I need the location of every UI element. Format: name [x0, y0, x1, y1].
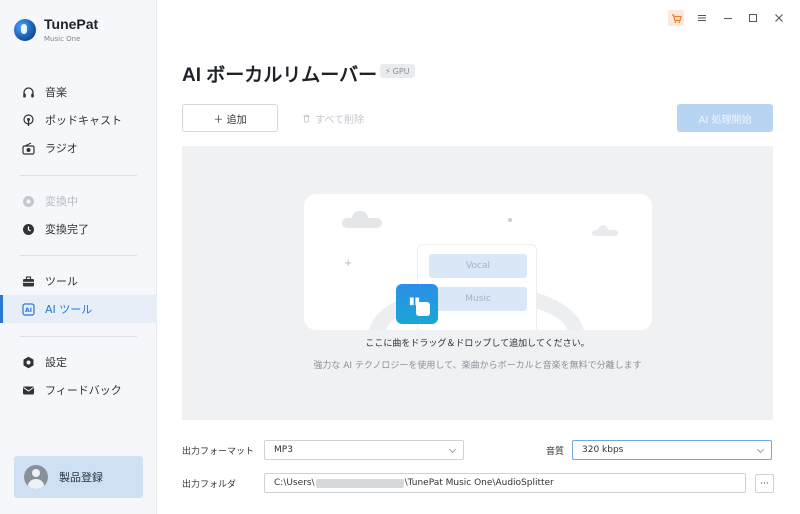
- nav-group-tools: ツール AI AI ツール: [0, 267, 157, 323]
- converting-icon: [22, 195, 35, 208]
- nav-group-convert: 変換中 変換完了: [0, 187, 157, 243]
- app-name: TunePat: [44, 16, 99, 32]
- sidebar-item-label: AI ツール: [45, 303, 93, 316]
- chevron-down-icon: [756, 445, 765, 454]
- sidebar-item-converting[interactable]: 変換中: [0, 187, 157, 215]
- minimize-button[interactable]: [720, 10, 736, 26]
- sidebar: TunePat Music One 音楽 ポッドキャスト ラジオ 変換中 変換完…: [0, 0, 157, 514]
- register-label: 製品登録: [59, 471, 103, 484]
- sidebar-item-label: 設定: [45, 356, 67, 369]
- radio-icon: [22, 142, 35, 155]
- sidebar-item-settings[interactable]: 設定: [0, 348, 157, 376]
- nav-group-settings: 設定 フィードバック: [0, 348, 157, 404]
- bolt-icon: ⚡: [385, 66, 391, 76]
- clock-icon: [22, 223, 35, 236]
- output-format-select[interactable]: MP3: [264, 440, 464, 460]
- sidebar-item-ai-tools[interactable]: AI AI ツール: [0, 295, 157, 323]
- illustration-card: + Vocal Music: [304, 194, 652, 330]
- quality-select[interactable]: 320 kbps: [572, 440, 772, 460]
- sidebar-item-radio[interactable]: ラジオ: [0, 134, 157, 162]
- vocal-remover-app-icon: ▮▮: [396, 284, 438, 324]
- cart-icon: [671, 13, 682, 23]
- drop-instruction: ここに曲をドラッグ＆ドロップして追加してください。: [365, 339, 590, 349]
- register-button[interactable]: 製品登録: [14, 456, 143, 498]
- avatar-icon: [24, 465, 48, 489]
- sparkle-icon: +: [344, 258, 353, 269]
- redacted-username: [315, 478, 404, 488]
- toolbox-icon: [22, 275, 35, 288]
- close-icon: [775, 14, 783, 22]
- menu-icon: [698, 15, 706, 21]
- cloud-icon: [342, 211, 382, 228]
- mail-icon: [22, 384, 35, 397]
- cart-button[interactable]: [668, 10, 684, 26]
- drop-description: 強力な AI テクノロジーを使用して、楽曲からボーカルと音楽を無料で分離します: [313, 361, 642, 371]
- divider: [20, 255, 137, 256]
- page-title: AI ボーカルリムーバー: [182, 65, 378, 86]
- add-button[interactable]: ＋ 追加: [182, 104, 278, 132]
- quality-label: 音質: [546, 447, 565, 457]
- headphones-icon: [22, 86, 35, 99]
- close-button[interactable]: [771, 10, 787, 26]
- gear-icon: [22, 356, 35, 369]
- app-subtitle: Music One: [44, 35, 81, 43]
- app-logo-icon: [14, 19, 36, 41]
- start-ai-process-button[interactable]: AI 処理開始: [677, 104, 773, 132]
- ai-icon: AI: [22, 302, 35, 316]
- music-label: Music: [429, 287, 527, 311]
- cloud-icon: [592, 225, 618, 236]
- podcast-icon: [22, 113, 35, 127]
- menu-button[interactable]: [694, 10, 710, 26]
- nav-group-sources: 音楽 ポッドキャスト ラジオ: [0, 78, 157, 162]
- divider: [20, 336, 137, 337]
- minimize-icon: [724, 18, 732, 19]
- sidebar-item-label: フィードバック: [45, 384, 122, 397]
- divider: [20, 175, 137, 176]
- sidebar-item-label: ラジオ: [45, 142, 78, 155]
- sidebar-item-tools[interactable]: ツール: [0, 267, 157, 295]
- sidebar-item-label: 変換完了: [45, 223, 89, 236]
- clear-all-button[interactable]: すべて削除: [290, 104, 376, 132]
- sidebar-item-converted[interactable]: 変換完了: [0, 215, 157, 243]
- svg-text:AI: AI: [25, 307, 32, 314]
- sidebar-item-label: 変換中: [45, 195, 78, 208]
- sidebar-item-label: ツール: [45, 275, 78, 288]
- maximize-icon: [749, 14, 757, 22]
- dot-decoration: [508, 218, 512, 222]
- output-folder-field[interactable]: C:\Users\ \TunePat Music One\AudioSplitt…: [264, 473, 746, 493]
- maximize-button[interactable]: [745, 10, 761, 26]
- sidebar-item-label: 音楽: [45, 86, 67, 99]
- vocal-label: Vocal: [429, 254, 527, 278]
- drop-zone[interactable]: + Vocal Music ▮▮ ここに曲をドラッグ＆ドロップして追加してくださ…: [182, 146, 773, 420]
- sidebar-item-podcast[interactable]: ポッドキャスト: [0, 106, 157, 134]
- output-format-label: 出力フォーマット: [182, 447, 255, 457]
- sidebar-item-label: ポッドキャスト: [45, 114, 122, 127]
- trash-icon: [303, 114, 310, 122]
- sidebar-item-feedback[interactable]: フィードバック: [0, 376, 157, 404]
- brand: TunePat Music One: [14, 17, 98, 43]
- sidebar-item-music[interactable]: 音楽: [0, 78, 157, 106]
- output-folder-label: 出力フォルダ: [182, 480, 237, 490]
- browse-folder-button[interactable]: ···: [755, 474, 774, 493]
- chevron-down-icon: [448, 445, 457, 454]
- gpu-badge: ⚡ GPU: [380, 64, 415, 78]
